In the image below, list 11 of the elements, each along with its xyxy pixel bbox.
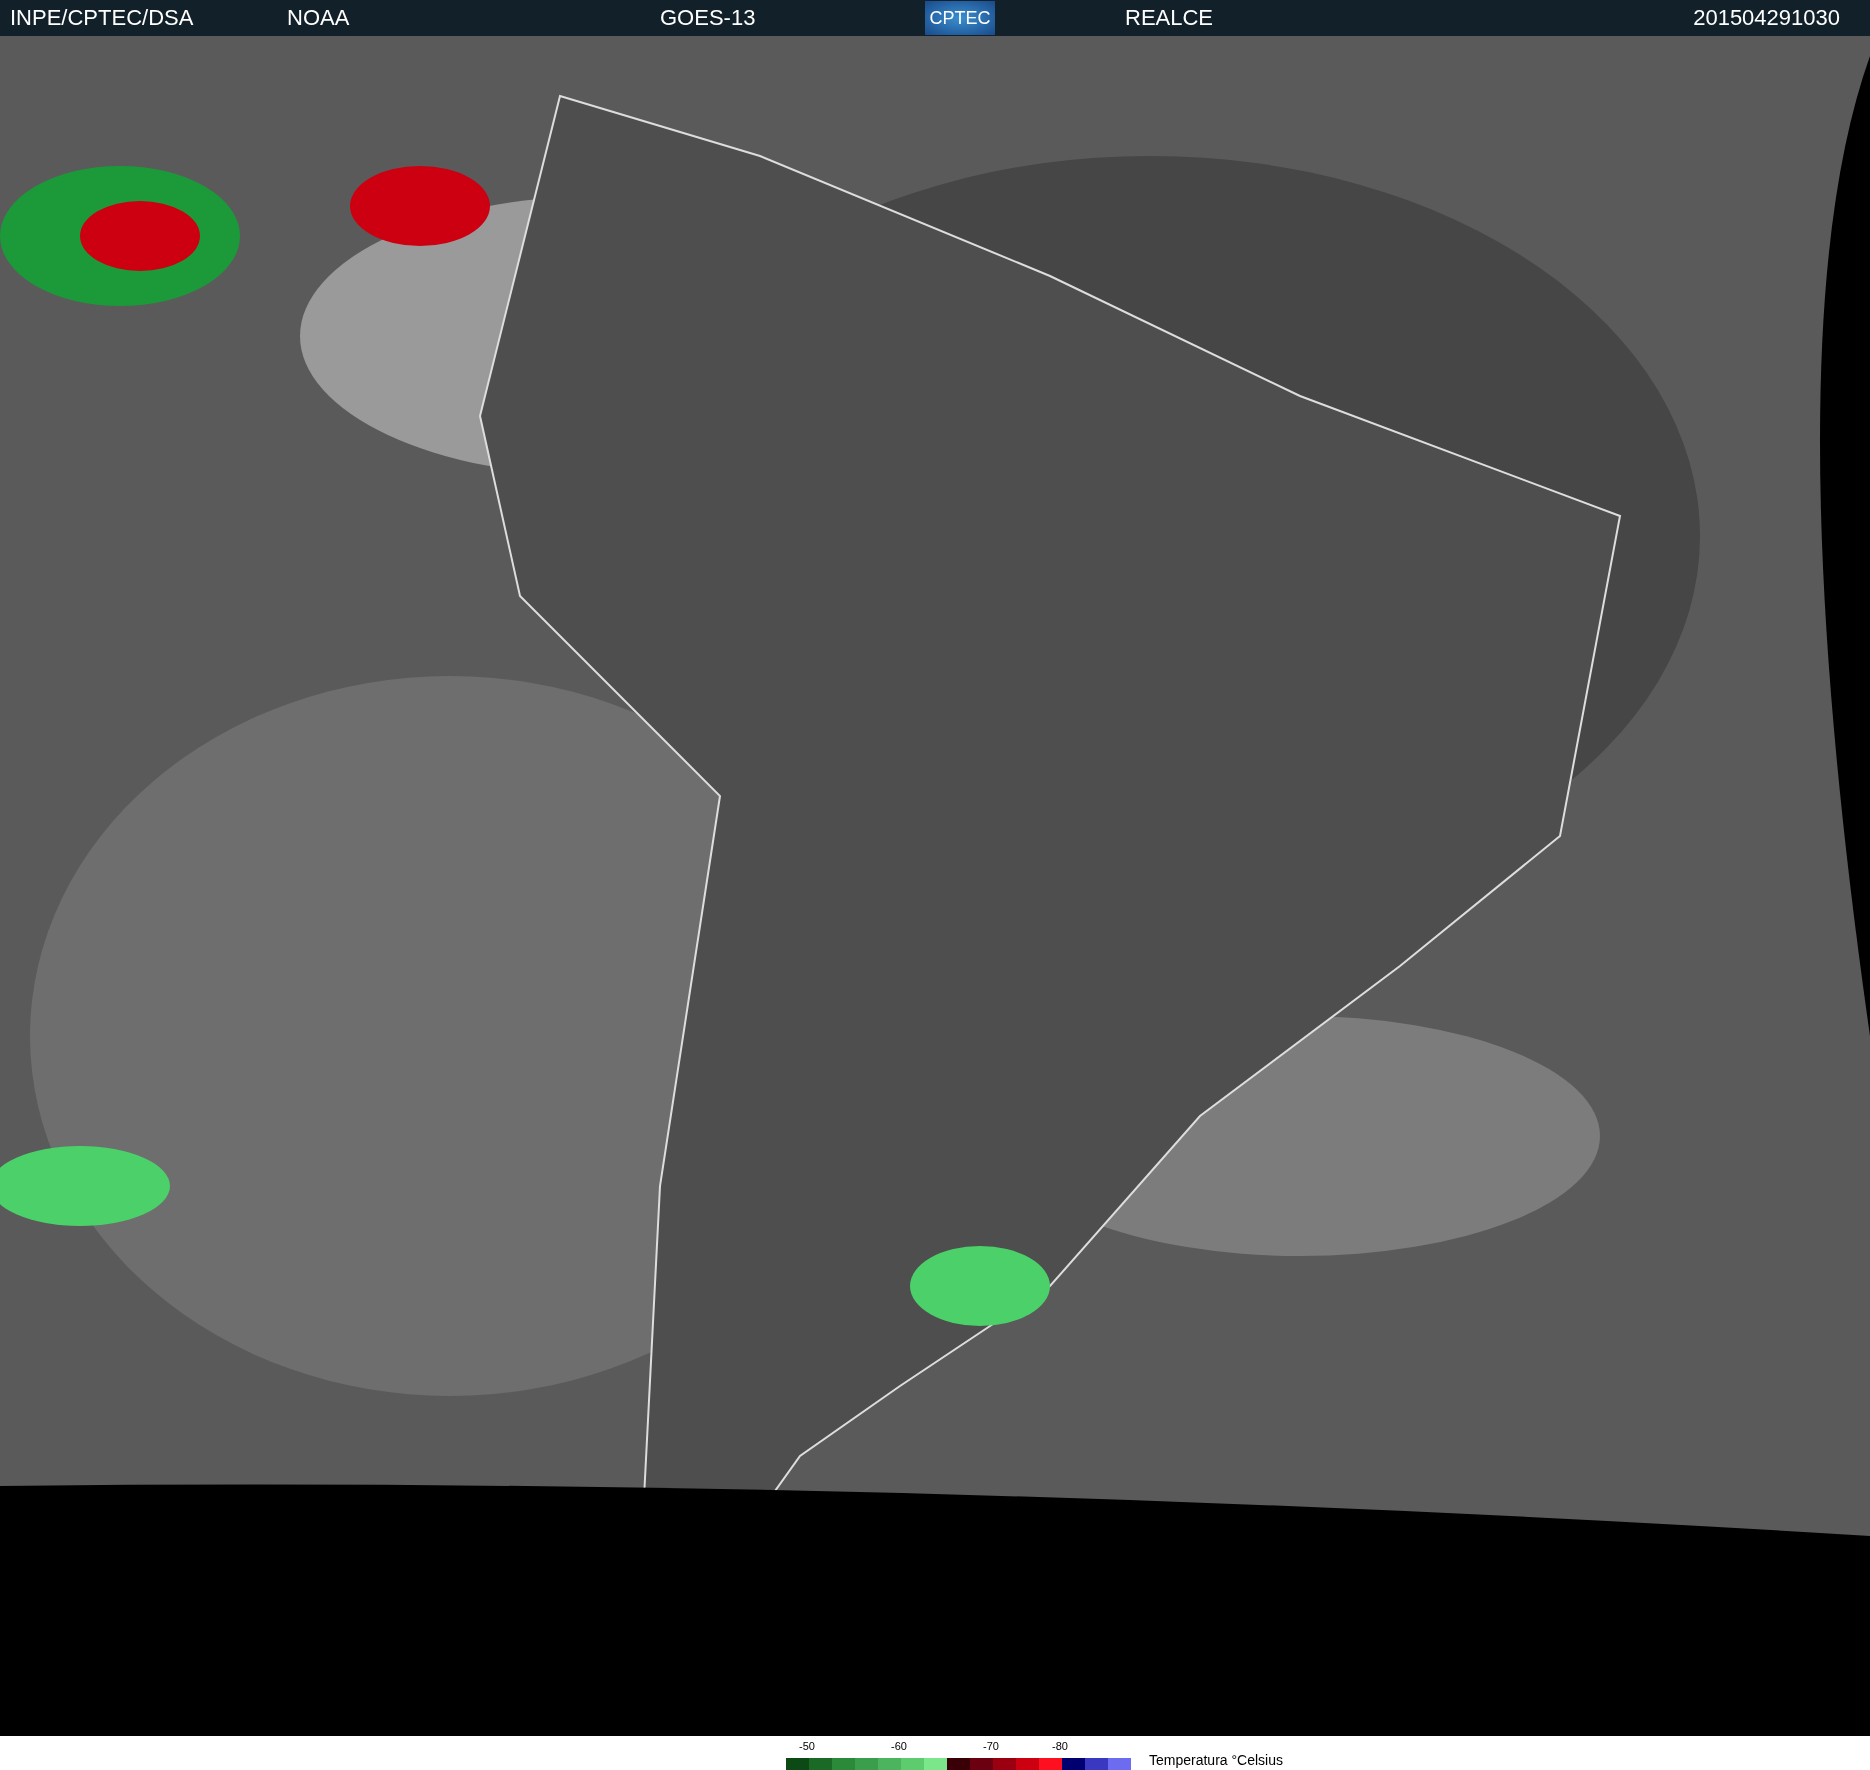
scale-tick-label: -60 bbox=[891, 1740, 907, 1752]
timestamp-label: 201504291030 bbox=[1693, 5, 1840, 31]
satellite-label: GOES-13 bbox=[660, 5, 757, 31]
legend-title: Temperatura °Celsius bbox=[1149, 1752, 1283, 1770]
scale-tick-label: -70 bbox=[983, 1740, 999, 1752]
cptec-logo: CPTEC bbox=[925, 1, 995, 35]
scale-tick-label: -50 bbox=[799, 1740, 815, 1752]
product-label: REALCE bbox=[1125, 5, 1215, 31]
agency-label: NOAA bbox=[287, 5, 351, 31]
source-label: INPE/CPTEC/DSA bbox=[10, 5, 195, 31]
scale-tick-label: -80 bbox=[1052, 1740, 1068, 1752]
